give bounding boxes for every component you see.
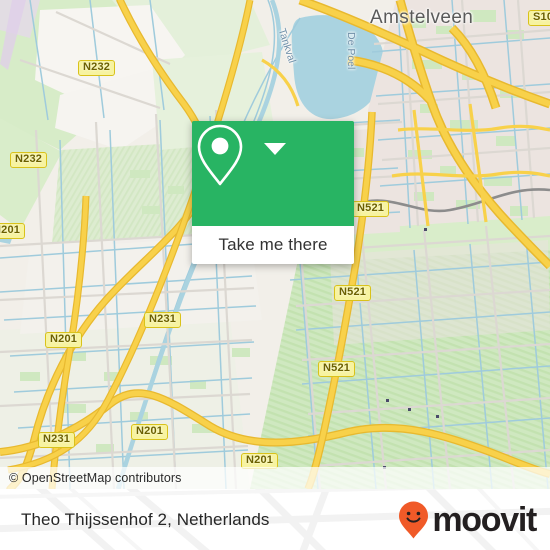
road-shield-n201-west[interactable]: N201 [45, 332, 83, 348]
take-me-there-label: Take me there [218, 235, 328, 254]
map-canvas[interactable]: Amstelveen De Poel Tankval N232 N232 N20… [0, 0, 550, 489]
moovit-smiley-pin-icon [399, 501, 429, 538]
road-shield-n231-south[interactable]: N231 [38, 432, 76, 448]
callout-tail [264, 143, 286, 155]
footer-bar: Theo Thijssenhof 2, Netherlands moovit [0, 489, 550, 550]
callout-action-bar[interactable]: Take me there [192, 226, 354, 264]
road-shield-s10[interactable]: S10 [528, 10, 550, 26]
osm-attribution[interactable]: © OpenStreetMap contributors [0, 467, 550, 489]
road-shield-n521-mid[interactable]: N521 [334, 285, 372, 301]
road-shield-n521-south[interactable]: N521 [318, 361, 356, 377]
map-pin-icon [197, 124, 243, 186]
place-label-amstelveen: Amstelveen [370, 7, 474, 28]
moovit-logo[interactable]: moovit [397, 500, 537, 540]
road-shield-n232-west[interactable]: N232 [10, 152, 48, 168]
moovit-map-share-card: Amstelveen De Poel Tankval N232 N232 N20… [0, 0, 550, 550]
address-label: Theo Thijssenhof 2, Netherlands [21, 509, 270, 529]
moovit-wordmark: moovit [432, 500, 537, 539]
place-label-de-poel: De Poel [345, 32, 357, 70]
callout-icon-area [192, 121, 354, 226]
road-shield-n201-south[interactable]: N201 [131, 424, 169, 440]
road-shield-n232-north[interactable]: N232 [78, 60, 116, 76]
road-shield-n201-edge[interactable]: N201 [0, 223, 26, 239]
road-shield-n521-north[interactable]: N521 [352, 201, 390, 217]
road-shield-n231-mid[interactable]: N231 [144, 312, 182, 328]
